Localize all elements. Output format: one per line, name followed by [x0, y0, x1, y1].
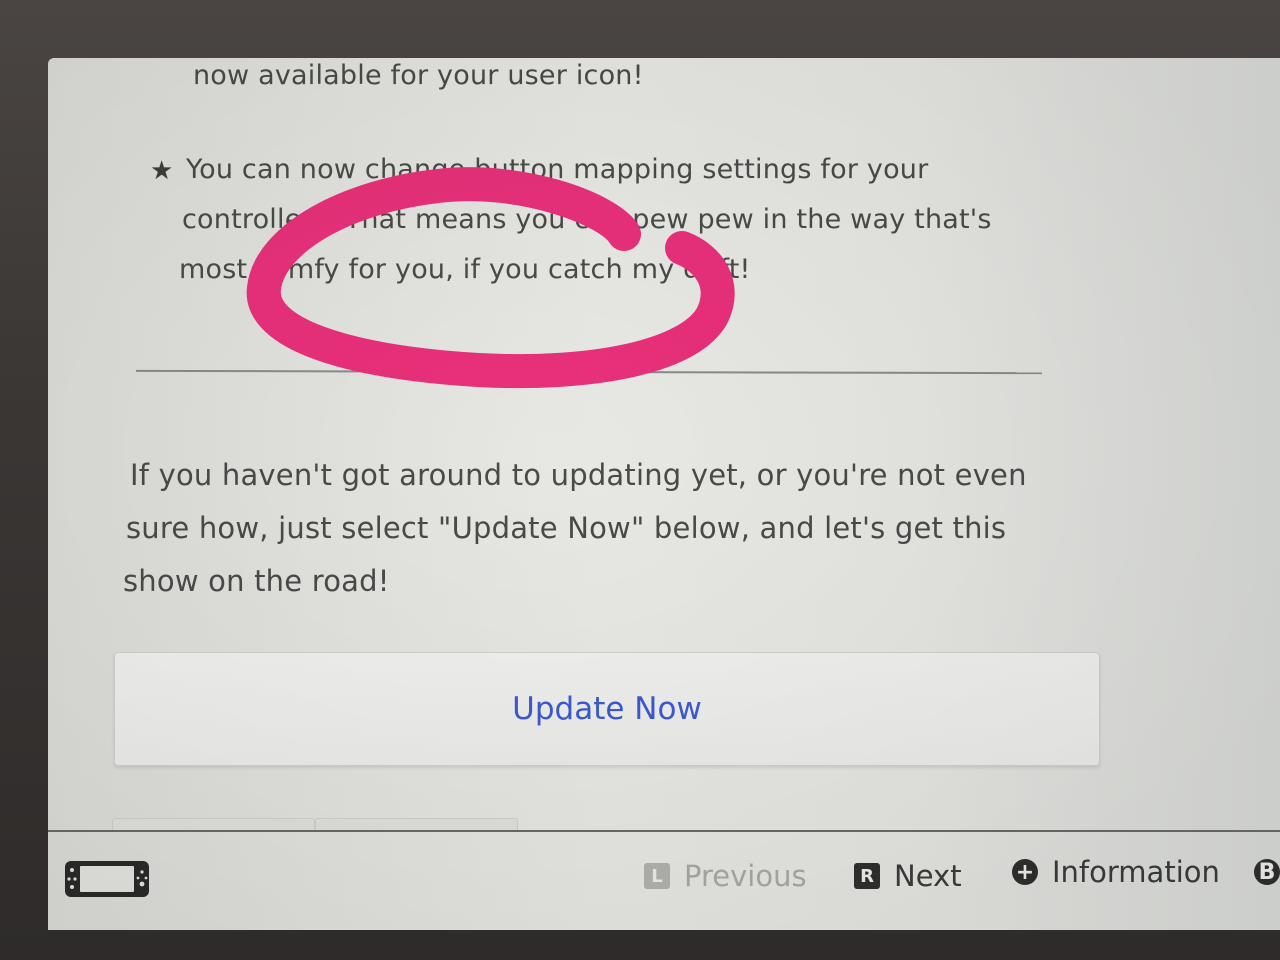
next-label: Next — [894, 859, 962, 893]
bullet-line-2: controllers. That means you can pew pew … — [182, 204, 992, 235]
update-now-label: Update Now — [512, 691, 702, 727]
star-icon: ★ — [150, 156, 174, 186]
screen: now available for your user icon! ★ You … — [48, 58, 1280, 930]
information-button[interactable]: + Information — [1012, 852, 1220, 892]
r-button-icon: R — [854, 863, 880, 889]
bullet-line-3: most comfy for you, if you catch my drif… — [179, 254, 751, 285]
next-button[interactable]: R Next — [854, 856, 962, 896]
bullet-line-1: You can now change button mapping settin… — [186, 154, 929, 185]
l-button-icon: L — [644, 863, 670, 889]
update-now-button[interactable]: Update Now — [114, 652, 1100, 766]
section-divider — [135, 369, 1043, 375]
previous-button[interactable]: L Previous — [644, 856, 807, 896]
b-button-icon: B — [1254, 859, 1280, 885]
previous-label: Previous — [684, 859, 807, 893]
update-paragraph-line-1: If you haven't got around to updating ye… — [130, 458, 1027, 492]
paragraph-top-tail: now available for your user icon! — [193, 60, 644, 91]
console-mode-icon — [65, 861, 149, 897]
information-label: Information — [1052, 855, 1220, 889]
footer-bar: L Previous R Next + Information B — [48, 832, 1280, 930]
back-button[interactable]: B — [1254, 852, 1280, 892]
update-paragraph-line-2: sure how, just select "Update Now" below… — [126, 511, 1007, 545]
plus-button-icon: + — [1012, 859, 1038, 885]
photo-vignette — [48, 58, 1280, 930]
update-paragraph-line-3: show on the road! — [123, 564, 390, 598]
pink-marker-scribble — [246, 167, 735, 389]
